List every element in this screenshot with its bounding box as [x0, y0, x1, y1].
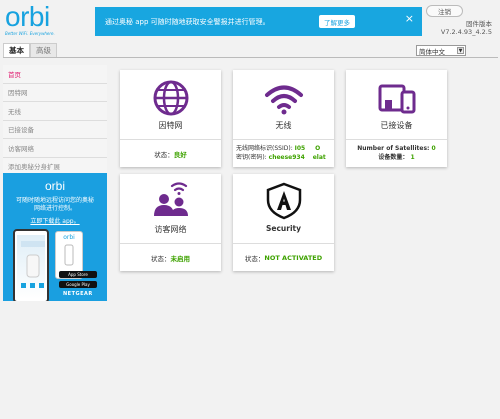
- phone-screen: [17, 235, 45, 299]
- ad-logo: orbi: [44, 179, 65, 193]
- wireless-card[interactable]: 无线 无线网络标识(SSID): I05 O 密钥(密码): cheese934…: [233, 70, 334, 167]
- wireless-title: 无线: [275, 121, 292, 130]
- guest-users-icon: [153, 182, 188, 216]
- guest-card-top: 访客网络: [120, 174, 221, 244]
- password-row: 密钥(密码): cheese934 elat: [236, 153, 332, 162]
- password-label: 密钥(密码):: [236, 154, 267, 161]
- orbi-logo: orbi Better WiFi. Everywhere.: [5, 1, 55, 37]
- security-card-top: Security: [233, 174, 334, 244]
- sidebar-nav: 首页 因特网 无线 已接设备 访客网络 添加奥秘分身扩展: [3, 65, 107, 176]
- netgear-brand: NETGEAR: [63, 291, 93, 297]
- download-app-link[interactable]: 立即下载此 app。: [3, 216, 107, 225]
- satellites-row: Number of Satellites: 0: [346, 144, 447, 153]
- logout-button[interactable]: 注销: [426, 5, 463, 17]
- app-promo-banner: 通过奥秘 app 可随时随地获取安全警报并进行管理。 了解更多 ×: [95, 7, 422, 36]
- devices-icon: [378, 84, 415, 114]
- status-value: NOT ACTIVATED: [264, 253, 323, 262]
- wifi-icon: [264, 85, 303, 115]
- internet-card-top: 因特网: [120, 70, 221, 140]
- logo-text: orbi: [5, 1, 50, 32]
- status-label: 状态：: [154, 150, 174, 159]
- google-play-badge[interactable]: Google Play: [59, 281, 97, 288]
- language-select[interactable]: 简体中文 ▼: [416, 45, 466, 56]
- satellites-label: Number of Satellites:: [357, 145, 430, 152]
- armor-shield-icon: [266, 182, 301, 220]
- firmware-info: 固件版本 V7.2.4.93_4.2.5: [441, 20, 492, 36]
- guest-status: 状态： 未启用: [120, 244, 221, 271]
- internet-card[interactable]: 因特网 状态： 良好: [120, 70, 221, 167]
- sidebar-item-wireless[interactable]: 无线: [3, 102, 107, 121]
- password-extra: elat: [312, 154, 326, 161]
- app-store-badge[interactable]: App Store: [59, 271, 97, 278]
- phone-screen-art: [21, 241, 45, 288]
- globe-icon: [153, 80, 188, 116]
- devices-card-top: 已接设备: [346, 70, 447, 140]
- app-ad-panel: orbi 可随时随地远程访问您的奥秘网络进行控制。 立即下载此 app。 orb…: [3, 173, 107, 301]
- status-value: 良好: [173, 150, 187, 159]
- guest-title: 访客网络: [154, 225, 187, 234]
- guest-network-card[interactable]: 访客网络 状态： 未启用: [120, 174, 221, 271]
- status-value: 未启用: [170, 254, 191, 263]
- logo-subtitle: Better WiFi. Everywhere.: [5, 31, 55, 36]
- sidebar-item-attached-devices[interactable]: 已接设备: [3, 120, 107, 139]
- ssid-extra: O: [315, 145, 321, 152]
- device-count-value: 1: [410, 154, 415, 161]
- security-status: 状态： NOT ACTIVATED: [233, 244, 334, 271]
- status-label: 状态：: [244, 254, 265, 263]
- devices-title: 已接设备: [380, 121, 413, 130]
- security-title: Security: [265, 224, 302, 233]
- ssid-row: 无线网络标识(SSID): I05 O: [236, 144, 332, 153]
- phone-app-logo: orbi: [63, 234, 75, 241]
- sidebar-item-home[interactable]: 首页: [3, 65, 107, 84]
- satellites-value: 0: [431, 145, 436, 152]
- tab-divider: [3, 57, 498, 58]
- internet-status: 状态： 良好: [120, 140, 221, 167]
- firmware-version: V7.2.4.93_4.2.5: [440, 28, 492, 36]
- wireless-card-top: 无线: [233, 70, 334, 140]
- router-icon: [64, 244, 74, 266]
- ad-text: 可随时随地远程访问您的奥秘网络进行控制。: [15, 197, 94, 212]
- learn-more-button[interactable]: 了解更多: [319, 15, 355, 28]
- tab-basic[interactable]: 基本: [3, 43, 30, 57]
- device-count-label: 设备数量：: [378, 154, 409, 161]
- ssid-label: 无线网络标识(SSID):: [236, 145, 293, 152]
- security-card[interactable]: Security 状态： NOT ACTIVATED: [233, 174, 334, 271]
- internet-title: 因特网: [158, 121, 183, 130]
- wireless-details: 无线网络标识(SSID): I05 O 密钥(密码): cheese934 el…: [233, 140, 334, 167]
- chevron-down-icon: ▼: [457, 47, 464, 54]
- device-count-row: 设备数量： 1: [346, 153, 447, 162]
- sidebar-item-internet[interactable]: 因特网: [3, 83, 107, 102]
- close-icon[interactable]: ×: [405, 13, 414, 24]
- banner-text: 通过奥秘 app 可随时随地获取安全警报并进行管理。: [105, 17, 270, 26]
- sidebar-item-guest-network[interactable]: 访客网络: [3, 139, 107, 158]
- ssid-value: I05: [294, 145, 306, 152]
- devices-details: Number of Satellites: 0 设备数量： 1: [346, 140, 447, 167]
- status-label: 状态：: [151, 254, 171, 263]
- tab-advanced[interactable]: 高级: [30, 43, 57, 57]
- password-value: cheese934: [268, 154, 305, 161]
- firmware-label: 固件版本: [466, 20, 492, 28]
- language-selected: 简体中文: [419, 47, 445, 56]
- phone-image: [13, 229, 49, 301]
- devices-card[interactable]: 已接设备 Number of Satellites: 0 设备数量： 1: [346, 70, 447, 167]
- main-tabs: 基本 高级: [3, 43, 57, 57]
